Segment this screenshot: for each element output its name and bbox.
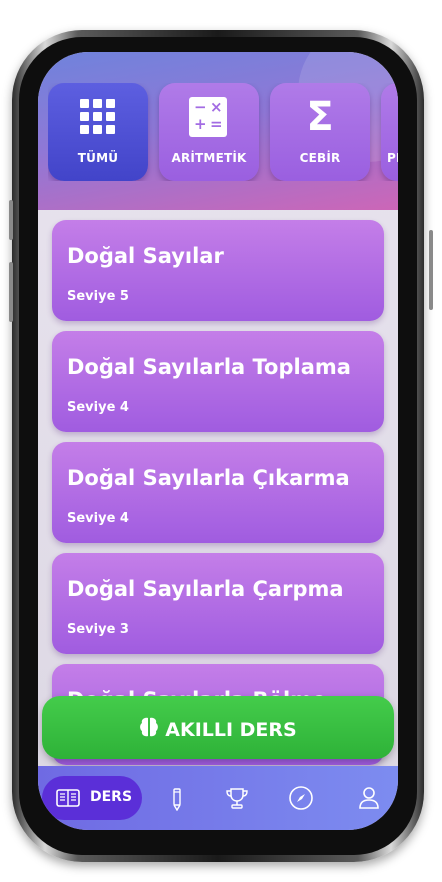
lesson-title: Doğal Sayılarla Toplama [67,355,351,379]
category-label: CEBİR [299,151,341,165]
tab-label: DERS [90,789,133,805]
lesson-card[interactable]: Doğal Sayılarla Çıkarma Seviye 4 [52,442,384,543]
lesson-title: Doğal Sayılarla Çıkarma [67,466,350,490]
category-aritmetik[interactable]: − × + = ARİTMETİK [159,83,259,181]
pencil-icon [173,788,181,811]
phone-side-button [429,230,433,310]
lesson-card[interactable]: Doğal Sayılarla Toplama Seviye 4 [52,331,384,432]
calculator-icon: − × + = [189,97,227,137]
lesson-title: Doğal Sayılar [67,244,224,268]
category-label: PI [387,151,398,165]
lesson-card[interactable]: Doğal Sayılarla Çarpma Seviye 3 [52,553,384,654]
lesson-card[interactable]: Doğal Sayılar Seviye 5 [52,220,384,321]
phone-side-button [9,200,13,240]
tab-trophy[interactable] [222,776,252,820]
app-screen: TÜMÜ − × + = ARİTMETİK Σ CEBİR PI Doğal … [38,52,398,830]
category-tumu[interactable]: TÜMÜ [48,83,148,181]
lesson-level: Seviye 4 [67,400,129,415]
smart-lesson-button[interactable]: AKILLI DERS [42,696,394,759]
smart-lesson-label: AKILLI DERS [165,719,297,741]
lesson-level: Seviye 4 [67,511,129,526]
category-cebir[interactable]: Σ CEBİR [270,83,370,181]
category-label: TÜMÜ [77,151,119,165]
grid-icon [80,99,116,135]
bottom-tabbar: DERS [38,766,398,830]
tab-pencil[interactable] [162,776,192,820]
category-bar[interactable]: TÜMÜ − × + = ARİTMETİK Σ CEBİR PI [48,83,398,181]
sigma-icon: Σ [306,94,334,140]
user-icon [359,787,379,809]
lesson-level: Seviye 3 [67,622,129,637]
lesson-title: Doğal Sayılarla Çarpma [67,577,344,601]
tab-profile[interactable] [354,776,384,820]
tab-compass[interactable] [286,776,316,820]
book-icon [56,789,80,807]
phone-side-button [9,262,13,322]
tab-ders[interactable]: DERS [42,776,142,820]
trophy-icon [226,788,248,809]
lesson-level: Seviye 5 [67,289,129,304]
category-partial[interactable]: PI [381,83,398,181]
compass-icon [289,786,313,810]
brain-icon [140,717,159,737]
category-label: ARİTMETİK [171,151,247,165]
